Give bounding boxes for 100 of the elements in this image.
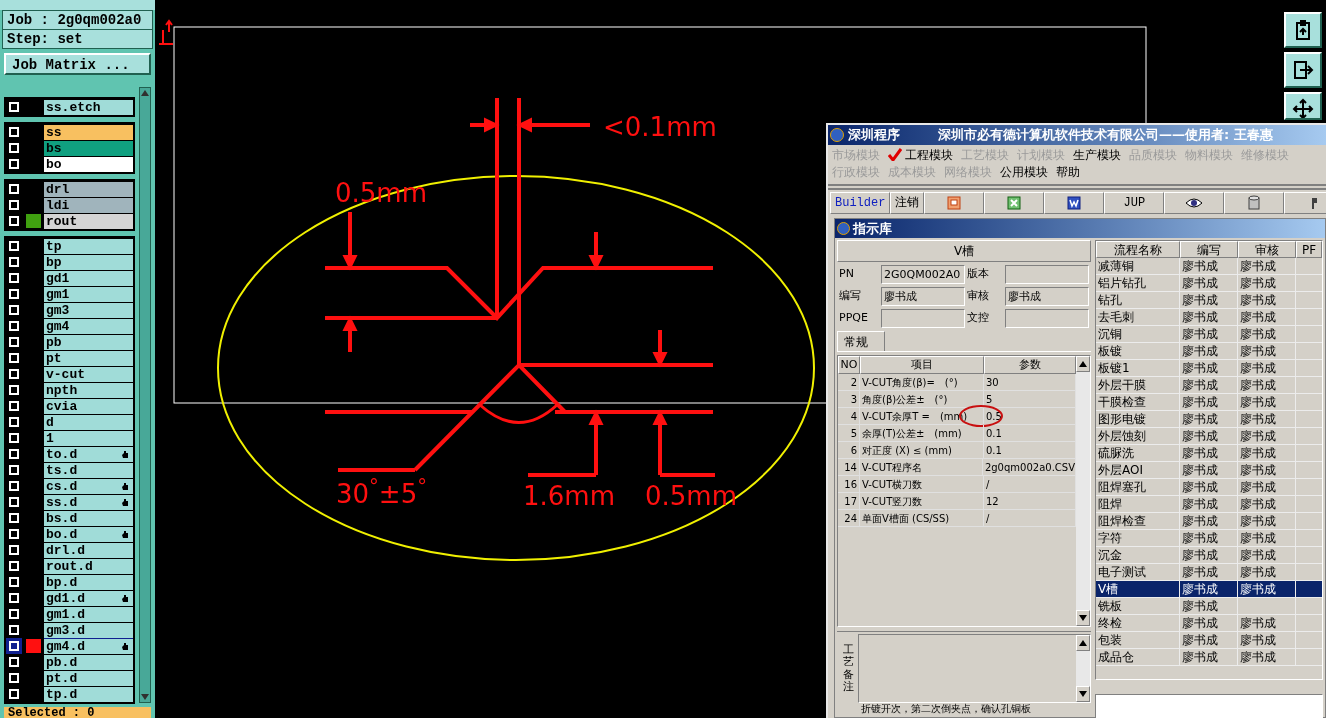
- layer-row[interactable]: pb.d: [6, 654, 133, 670]
- layer-item[interactable]: tp: [44, 238, 133, 254]
- memo-field[interactable]: [858, 634, 1091, 703]
- layer-row[interactable]: d: [6, 414, 133, 430]
- layer-checkbox[interactable]: [7, 271, 21, 285]
- layer-item[interactable]: bs.d: [44, 510, 133, 526]
- layer-checkbox[interactable]: [7, 639, 21, 653]
- text-field[interactable]: [881, 309, 965, 328]
- layer-checkbox[interactable]: [7, 141, 21, 155]
- process-row[interactable]: 终检 廖书成 廖书成: [1096, 615, 1322, 632]
- job-matrix-button[interactable]: Job Matrix ...: [4, 53, 151, 75]
- layer-checkbox[interactable]: [7, 214, 21, 228]
- layer-checkbox[interactable]: [7, 543, 21, 557]
- process-row[interactable]: 包装 廖书成 廖书成: [1096, 632, 1322, 649]
- layer-row[interactable]: cs.d: [6, 478, 133, 494]
- layer-checkbox[interactable]: [7, 319, 21, 333]
- layer-checkbox[interactable]: [7, 671, 21, 685]
- input-field[interactable]: [1095, 694, 1323, 718]
- layer-checkbox[interactable]: [7, 511, 21, 525]
- layer-checkbox[interactable]: [7, 367, 21, 381]
- layer-row[interactable]: bs: [6, 140, 133, 156]
- scroll-down-icon[interactable]: [1079, 615, 1087, 621]
- process-row[interactable]: 外层蚀刻 廖书成 廖书成: [1096, 428, 1322, 445]
- layer-checkbox[interactable]: [7, 575, 21, 589]
- layer-row[interactable]: ss.d: [6, 494, 133, 510]
- layer-item[interactable]: gm3.d: [44, 622, 133, 638]
- layer-checkbox[interactable]: [7, 303, 21, 317]
- layer-item[interactable]: ss.etch: [44, 99, 133, 115]
- process-row[interactable]: 外层干膜 廖书成 廖书成: [1096, 377, 1322, 394]
- layer-item[interactable]: 1: [44, 430, 133, 446]
- layer-item[interactable]: bo: [44, 156, 133, 172]
- layer-row[interactable]: v-cut: [6, 366, 133, 382]
- layer-row[interactable]: gm3.d: [6, 622, 133, 638]
- layer-checkbox[interactable]: [7, 559, 21, 573]
- exit-icon[interactable]: [1284, 52, 1322, 88]
- layer-item[interactable]: gd1: [44, 270, 133, 286]
- layer-item[interactable]: rout.d: [44, 558, 133, 574]
- layer-checkbox[interactable]: [7, 198, 21, 212]
- layer-checkbox[interactable]: [7, 239, 21, 253]
- layer-checkbox[interactable]: [7, 255, 21, 269]
- layer-item[interactable]: gd1.d: [44, 590, 133, 606]
- menu-item[interactable]: 工程模块: [888, 145, 953, 164]
- layer-checkbox[interactable]: [7, 479, 21, 493]
- layer-item[interactable]: ss: [44, 124, 133, 140]
- layer-item[interactable]: npth: [44, 382, 133, 398]
- layer-item[interactable]: bp.d: [44, 574, 133, 590]
- process-row[interactable]: 字符 廖书成 廖书成: [1096, 530, 1322, 547]
- layer-item[interactable]: gm1: [44, 286, 133, 302]
- layer-row[interactable]: gm1.d: [6, 606, 133, 622]
- text-field[interactable]: [1005, 265, 1089, 284]
- layer-item[interactable]: bo.d: [44, 526, 133, 542]
- layer-row[interactable]: ts.d: [6, 462, 133, 478]
- process-row[interactable]: 去毛刺 廖书成 廖书成: [1096, 309, 1322, 326]
- layer-item[interactable]: bp: [44, 254, 133, 270]
- tab[interactable]: 常规: [837, 331, 885, 351]
- layer-item[interactable]: gm1.d: [44, 606, 133, 622]
- process-row[interactable]: 成品仓 廖书成 廖书成: [1096, 649, 1322, 666]
- toolbar-button[interactable]: [1284, 192, 1326, 214]
- layer-row[interactable]: ss.etch: [6, 99, 133, 115]
- layer-item[interactable]: cs.d: [44, 478, 133, 494]
- layer-row[interactable]: rout: [6, 213, 133, 229]
- process-row[interactable]: 板镀 廖书成 廖书成: [1096, 343, 1322, 360]
- layer-checkbox[interactable]: [7, 415, 21, 429]
- layer-checkbox[interactable]: [7, 157, 21, 171]
- layer-item[interactable]: rout: [44, 213, 133, 229]
- toolbar-button[interactable]: JUP: [1104, 192, 1165, 214]
- column-header[interactable]: 项目: [860, 356, 984, 374]
- layer-checkbox[interactable]: [7, 495, 21, 509]
- layer-checkbox[interactable]: [7, 431, 21, 445]
- process-row[interactable]: 外层AOI 廖书成 廖书成: [1096, 462, 1322, 479]
- layer-row[interactable]: tp.d: [6, 686, 133, 702]
- layer-checkbox[interactable]: [7, 100, 21, 114]
- layer-item[interactable]: drl: [44, 181, 133, 197]
- layer-checkbox[interactable]: [7, 463, 21, 477]
- process-row[interactable]: 图形电镀 廖书成 廖书成: [1096, 411, 1322, 428]
- layer-item[interactable]: cvia: [44, 398, 133, 414]
- process-row[interactable]: 硫脲洗 廖书成 廖书成: [1096, 445, 1322, 462]
- layer-row[interactable]: ldi: [6, 197, 133, 213]
- layer-item[interactable]: drl.d: [44, 542, 133, 558]
- scroll-up-icon[interactable]: [1079, 361, 1087, 367]
- layer-checkbox[interactable]: [7, 351, 21, 365]
- toolbar-button[interactable]: [1044, 192, 1105, 214]
- layer-item[interactable]: ts.d: [44, 462, 133, 478]
- layer-checkbox[interactable]: [7, 607, 21, 621]
- column-header[interactable]: 参数: [984, 356, 1076, 374]
- layer-checkbox[interactable]: [7, 399, 21, 413]
- text-field[interactable]: 2G0QM002A0: [881, 265, 965, 284]
- layer-row[interactable]: cvia: [6, 398, 133, 414]
- process-row[interactable]: V槽 廖书成 廖书成: [1096, 581, 1322, 598]
- layer-row[interactable]: bp.d: [6, 574, 133, 590]
- layer-checkbox[interactable]: [7, 125, 21, 139]
- clipboard-icon[interactable]: [1284, 12, 1322, 48]
- layer-row[interactable]: gm4.d: [6, 638, 133, 654]
- layer-row[interactable]: bo.d: [6, 526, 133, 542]
- text-field[interactable]: 廖书成: [881, 287, 965, 306]
- layer-checkbox[interactable]: [7, 182, 21, 196]
- process-row[interactable]: 铝片钻孔 廖书成 廖书成: [1096, 275, 1322, 292]
- layer-item[interactable]: v-cut: [44, 366, 133, 382]
- process-row[interactable]: 减薄铜 廖书成 廖书成: [1096, 258, 1322, 275]
- process-row[interactable]: 沉铜 廖书成 廖书成: [1096, 326, 1322, 343]
